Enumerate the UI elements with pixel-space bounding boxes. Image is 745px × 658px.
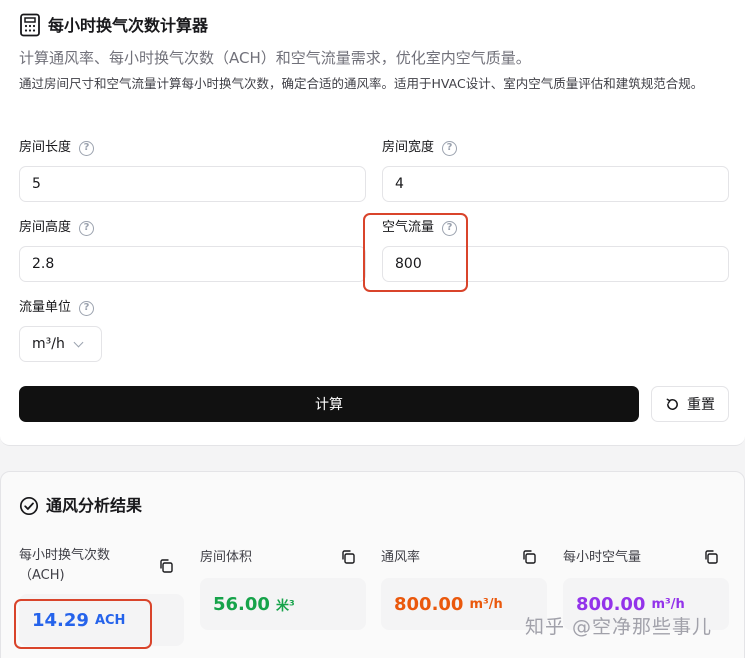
ach-result-label: 每小时换气次数（ACH): [19, 548, 111, 583]
check-circle-icon: [19, 496, 39, 516]
hourly-air-label: 每小时空气量: [563, 550, 642, 565]
volume-result-label: 房间体积: [200, 550, 253, 565]
room-length-label-row: 房间长度 ?: [19, 139, 95, 157]
room-length-label: 房间长度: [19, 140, 72, 155]
room-length-value: 5: [32, 176, 41, 192]
room-width-label: 房间宽度: [382, 140, 435, 155]
room-width-label-row: 房间宽度 ?: [382, 139, 458, 157]
volume-value: 56.00: [213, 593, 270, 615]
volume-result-box: 56.00 米³: [200, 578, 366, 630]
ventilation-rate-label: 通风率: [381, 550, 421, 565]
volume-unit: 米³: [275, 598, 295, 614]
chevron-down-icon: [73, 337, 84, 347]
reset-icon: [666, 398, 678, 410]
copy-icon[interactable]: [521, 549, 537, 565]
flow-unit-select[interactable]: m³/h: [19, 326, 102, 362]
help-icon[interactable]: ?: [79, 220, 95, 236]
ventilation-rate-box: 800.00 m³/h: [381, 578, 547, 630]
calculator-icon: [20, 13, 40, 37]
room-height-label-row: 房间高度 ?: [19, 219, 95, 237]
flow-unit-value: m³/h: [32, 336, 65, 352]
ventilation-rate-unit: m³/h: [469, 596, 503, 612]
page-title: 每小时换气次数计算器: [48, 16, 209, 35]
page-subtitle: 计算通风率、每小时换气次数（ACH）和空气流量需求，优化室内空气质量。: [19, 49, 531, 67]
help-icon[interactable]: ?: [79, 140, 95, 156]
reset-label: 重置: [687, 397, 715, 413]
airflow-highlight-box: [363, 213, 468, 292]
flow-unit-label-row: 流量单位 ?: [19, 299, 95, 317]
copy-icon[interactable]: [158, 558, 174, 574]
copy-icon[interactable]: [703, 549, 719, 565]
help-icon[interactable]: ?: [79, 300, 95, 316]
calculate-button[interactable]: 计算: [19, 386, 639, 422]
reset-button[interactable]: 重置: [651, 386, 729, 422]
flow-unit-label: 流量单位: [19, 300, 72, 315]
room-width-input[interactable]: 4: [382, 166, 729, 202]
room-width-value: 4: [395, 176, 404, 192]
results-title: 通风分析结果: [46, 496, 143, 515]
room-height-input[interactable]: 2.8: [19, 246, 366, 282]
copy-icon[interactable]: [340, 549, 356, 565]
room-height-label: 房间高度: [19, 220, 72, 235]
watermark: 知乎 @空净那些事儿: [525, 616, 713, 638]
room-height-value: 2.8: [32, 256, 55, 272]
ventilation-rate-value: 800.00: [394, 593, 464, 615]
help-icon[interactable]: ?: [442, 140, 458, 156]
room-length-input[interactable]: 5: [19, 166, 366, 202]
hourly-air-unit: m³/h: [651, 596, 685, 612]
ach-highlight-box: [14, 599, 152, 649]
page-description: 通过房间尺寸和空气流量计算每小时换气次数，确定合适的通风率。适用于HVAC设计、…: [19, 76, 704, 91]
